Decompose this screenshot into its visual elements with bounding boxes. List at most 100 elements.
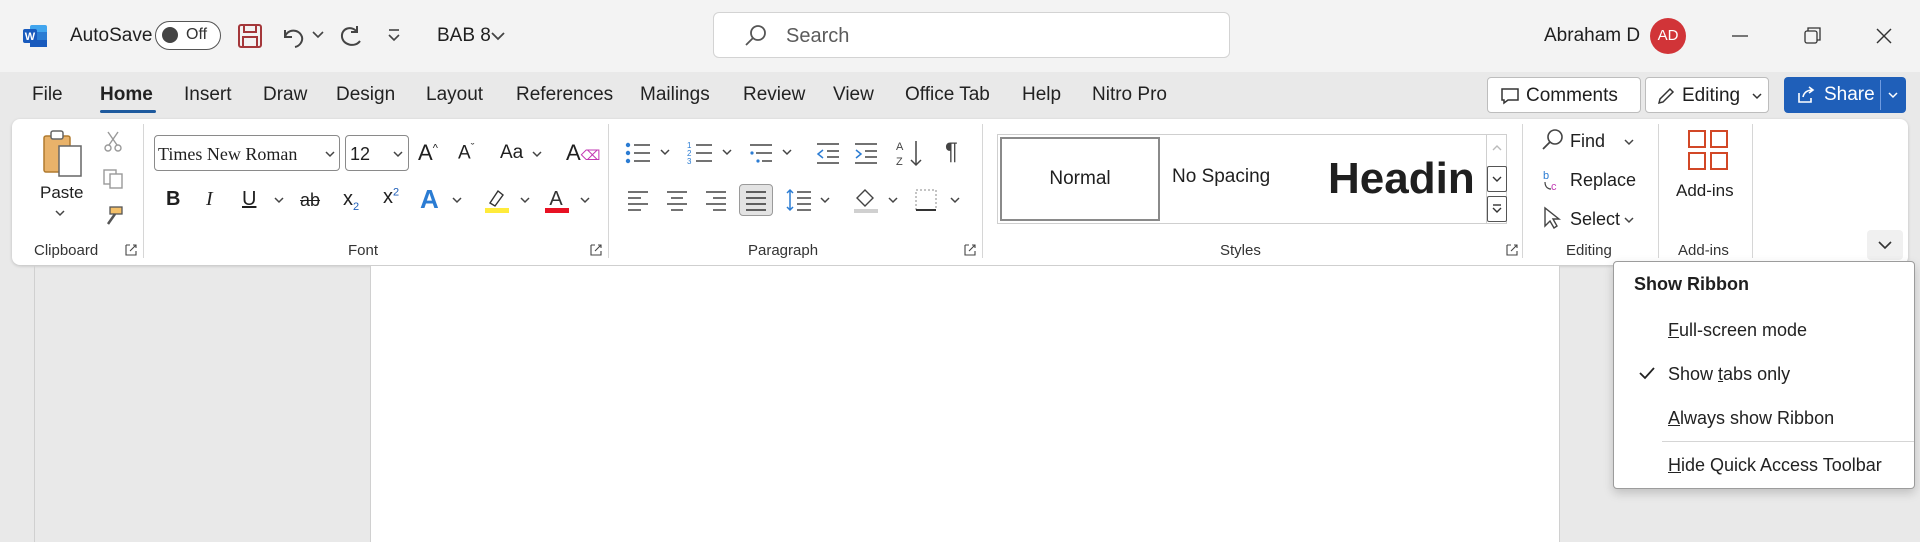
close-icon[interactable] [1862,18,1906,54]
underline-icon[interactable]: U [242,188,256,211]
sort-icon[interactable]: AZ [895,138,925,168]
add-ins-button-label[interactable]: Add-ins [1676,181,1734,201]
add-ins-icon[interactable] [1686,128,1730,172]
user-name[interactable]: Abraham D [1544,25,1640,47]
change-case-button[interactable]: Aa [500,142,523,164]
search-box[interactable]: Search [713,12,1230,58]
menu-item-show-tabs-only[interactable]: Show tabs only [1668,364,1790,385]
undo-icon[interactable] [277,20,309,52]
justify-button[interactable] [739,184,773,216]
text-effects-icon[interactable]: A [420,184,439,215]
tab-nitro-pro[interactable]: Nitro Pro [1092,84,1167,106]
clear-formatting-icon[interactable]: A⌫ [566,140,600,166]
style-normal[interactable]: Normal [1000,137,1160,221]
avatar[interactable]: AD [1650,18,1686,54]
find-label[interactable]: Find [1570,131,1605,152]
tab-office-tab[interactable]: Office Tab [905,84,990,106]
minimize-icon[interactable] [1718,18,1762,54]
share-button[interactable]: Share [1784,77,1906,113]
italic-icon[interactable]: I [206,188,213,211]
font-color-icon[interactable]: A [542,186,570,214]
cut-icon[interactable] [102,130,124,152]
tab-review[interactable]: Review [743,84,805,106]
style-no-spacing[interactable]: No Spacing [1172,166,1270,188]
select-label[interactable]: Select [1570,209,1620,230]
replace-label[interactable]: Replace [1570,170,1636,191]
tab-home[interactable]: Home [100,84,153,106]
subscript-icon[interactable]: x2 [343,188,359,213]
ribbon-display-options-button[interactable] [1867,230,1903,260]
menu-item-full-screen-mode[interactable]: Full-screen mode [1668,320,1807,341]
comments-button[interactable]: Comments [1487,77,1641,113]
multilevel-list-icon[interactable] [748,140,776,166]
numbering-icon[interactable]: 123 [686,140,714,166]
tab-mailings[interactable]: Mailings [640,84,710,106]
document-name[interactable]: BAB 8 [437,25,491,47]
editing-mode-button[interactable]: Editing [1645,77,1769,113]
paragraph-launcher-icon[interactable] [964,244,976,256]
bullets-dropdown-icon[interactable] [660,148,670,156]
styles-more-button[interactable] [1487,196,1507,222]
select-dropdown-icon[interactable] [1624,216,1634,224]
doc-name-chevron-icon[interactable] [490,30,506,42]
align-right-icon[interactable] [704,188,728,212]
autosave-toggle[interactable]: Off [155,21,221,50]
tab-references[interactable]: References [516,84,613,106]
tab-help[interactable]: Help [1022,84,1061,106]
grow-font-icon[interactable]: A^ [418,140,438,166]
style-heading[interactable]: Heading [1328,154,1473,204]
paste-label[interactable]: Paste [40,183,83,203]
multilevel-dropdown-icon[interactable] [782,148,792,156]
tab-insert[interactable]: Insert [184,84,232,106]
replace-icon[interactable]: bc [1541,168,1565,192]
bold-icon[interactable]: B [166,188,180,211]
strikethrough-icon[interactable]: ab [300,190,320,211]
styles-scroll-down-button[interactable] [1487,166,1507,192]
line-spacing-icon[interactable] [785,188,813,212]
clipboard-launcher-icon[interactable] [125,244,137,256]
tab-layout[interactable]: Layout [426,84,483,106]
document-page[interactable] [370,266,1560,542]
text-effects-dropdown-icon[interactable] [452,196,462,204]
superscript-icon[interactable]: x2 [383,186,399,209]
line-spacing-dropdown-icon[interactable] [820,196,830,204]
styles-launcher-icon[interactable] [1506,244,1518,256]
select-cursor-icon[interactable] [1541,206,1563,230]
decrease-indent-icon[interactable] [815,140,841,166]
find-dropdown-icon[interactable] [1624,138,1634,146]
underline-dropdown-icon[interactable] [274,196,284,204]
align-center-icon[interactable] [665,188,689,212]
restore-icon[interactable] [1790,18,1834,54]
copy-icon[interactable] [102,168,124,190]
borders-icon[interactable] [914,188,938,212]
font-launcher-icon[interactable] [590,244,602,256]
borders-dropdown-icon[interactable] [950,196,960,204]
numbering-dropdown-icon[interactable] [722,148,732,156]
undo-dropdown-icon[interactable] [312,30,324,40]
shading-dropdown-icon[interactable] [888,196,898,204]
tab-design[interactable]: Design [336,84,395,106]
redo-icon[interactable] [335,20,367,52]
change-case-dropdown-icon[interactable] [532,150,542,158]
tab-draw[interactable]: Draw [263,84,307,106]
paste-dropdown-icon[interactable] [55,209,65,217]
tab-file[interactable]: File [32,84,63,106]
shading-icon[interactable] [852,186,880,214]
find-icon[interactable] [1541,128,1565,152]
menu-item-hide-quick-access-toolbar[interactable]: Hide Quick Access Toolbar [1668,455,1882,476]
format-painter-icon[interactable] [102,205,124,227]
align-left-icon[interactable] [626,188,650,212]
tab-view[interactable]: View [833,84,874,106]
font-color-dropdown-icon[interactable] [580,196,590,204]
font-name-combo[interactable]: Times New Roman [154,135,340,171]
customize-toolbar-icon[interactable] [386,26,402,44]
increase-indent-icon[interactable] [853,140,879,166]
shrink-font-icon[interactable]: Aˇ [458,142,474,164]
show-formatting-marks-icon[interactable]: ¶ [945,138,958,166]
menu-item-always-show-ribbon[interactable]: Always show Ribbon [1668,408,1834,429]
bullets-icon[interactable] [624,140,652,166]
paste-icon[interactable] [40,128,86,182]
share-dropdown-icon[interactable] [1888,91,1898,99]
font-size-combo[interactable]: 12 [345,135,409,171]
styles-scroll-up-icon[interactable] [1492,144,1502,152]
